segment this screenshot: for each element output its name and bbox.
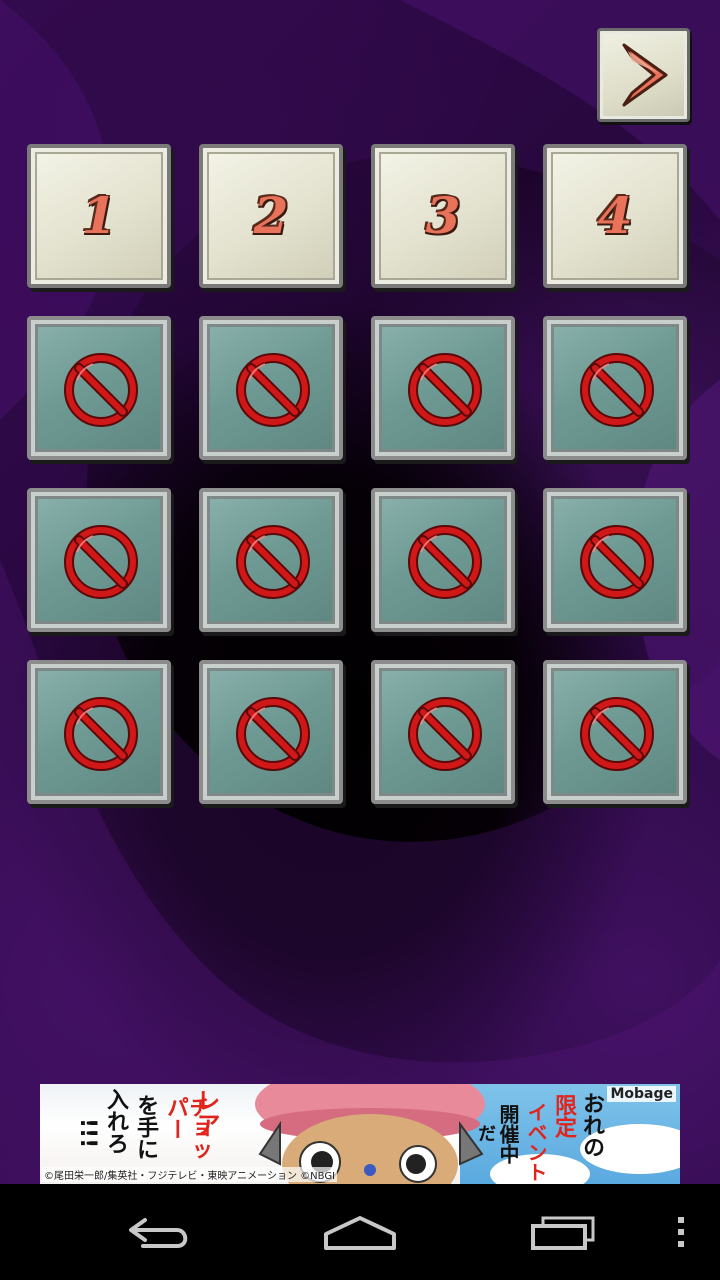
prohibited-icon bbox=[580, 353, 654, 427]
prohibited-icon bbox=[408, 353, 482, 427]
locked-stage-button[interactable] bbox=[27, 316, 171, 460]
recent-apps-icon bbox=[531, 1216, 595, 1250]
prohibited-icon bbox=[64, 525, 138, 599]
stage-number: 1 bbox=[81, 186, 117, 245]
locked-stage-button[interactable] bbox=[371, 316, 515, 460]
locked-stage-button[interactable] bbox=[543, 316, 687, 460]
stage-number: 4 bbox=[597, 186, 633, 245]
locked-stage-button[interactable] bbox=[543, 660, 687, 804]
stage-button-2[interactable]: 2 bbox=[199, 144, 343, 288]
ad-text-event: イベント bbox=[524, 1102, 548, 1182]
stage-number: 3 bbox=[425, 186, 461, 245]
back-button[interactable] bbox=[110, 1184, 210, 1280]
prohibited-icon bbox=[408, 697, 482, 771]
stage-button-1[interactable]: 1 bbox=[27, 144, 171, 288]
prohibited-icon bbox=[64, 353, 138, 427]
ad-text-ore-no: おれの bbox=[579, 1092, 604, 1158]
ad-text-wo-te-ni: を手に bbox=[133, 1094, 158, 1160]
overflow-menu-button[interactable] bbox=[664, 1184, 698, 1280]
system-navigation-bar bbox=[0, 1184, 720, 1280]
stage-grid: 1 2 3 4 bbox=[27, 144, 687, 804]
overflow-menu-icon bbox=[678, 1217, 684, 1247]
back-arrow-icon bbox=[129, 1218, 188, 1248]
next-page-button[interactable] bbox=[597, 28, 690, 122]
ad-copyright: ©尾田栄一郎/集英社・フジテレビ・東映アニメーション ©NBGI bbox=[42, 1167, 338, 1182]
prohibited-icon bbox=[236, 697, 310, 771]
locked-stage-button[interactable] bbox=[371, 660, 515, 804]
home-icon bbox=[324, 1216, 396, 1250]
locked-stage-button[interactable] bbox=[199, 488, 343, 632]
recent-apps-button[interactable] bbox=[512, 1184, 612, 1280]
ad-text-exclaim: !!! bbox=[75, 1118, 100, 1149]
ad-text-chopper: チョッパー bbox=[163, 1096, 210, 1162]
locked-stage-button[interactable] bbox=[543, 488, 687, 632]
locked-stage-button[interactable] bbox=[199, 316, 343, 460]
locked-stage-button[interactable] bbox=[371, 488, 515, 632]
locked-stage-button[interactable] bbox=[27, 660, 171, 804]
chevron-right-icon bbox=[622, 43, 668, 107]
ad-left-text: レア チョッパー を手に 入れろ !!! bbox=[64, 1088, 254, 1178]
ad-text-da: だ bbox=[475, 1124, 496, 1142]
ad-text-kaisaichu: 開催中 bbox=[496, 1104, 520, 1164]
stage-button-4[interactable]: 4 bbox=[543, 144, 687, 288]
prohibited-icon bbox=[236, 353, 310, 427]
locked-stage-button[interactable] bbox=[199, 660, 343, 804]
game-screen: 1 2 3 4 レア チョッパー を手に 入れろ !!! おれの 限定 イベント 開催… bbox=[0, 0, 720, 1280]
prohibited-icon bbox=[236, 525, 310, 599]
ad-text-gentei: 限定 bbox=[551, 1094, 576, 1138]
prohibited-icon bbox=[580, 697, 654, 771]
prohibited-icon bbox=[580, 525, 654, 599]
ad-banner[interactable]: レア チョッパー を手に 入れろ !!! おれの 限定 イベント 開催中 だ M… bbox=[40, 1084, 680, 1184]
ad-brand-label: Mobage bbox=[607, 1086, 676, 1102]
prohibited-icon bbox=[408, 525, 482, 599]
ad-text-irero: 入れろ bbox=[103, 1088, 128, 1154]
home-button[interactable] bbox=[310, 1184, 410, 1280]
locked-stage-button[interactable] bbox=[27, 488, 171, 632]
stage-button-3[interactable]: 3 bbox=[371, 144, 515, 288]
stage-number: 2 bbox=[253, 186, 289, 245]
prohibited-icon bbox=[64, 697, 138, 771]
